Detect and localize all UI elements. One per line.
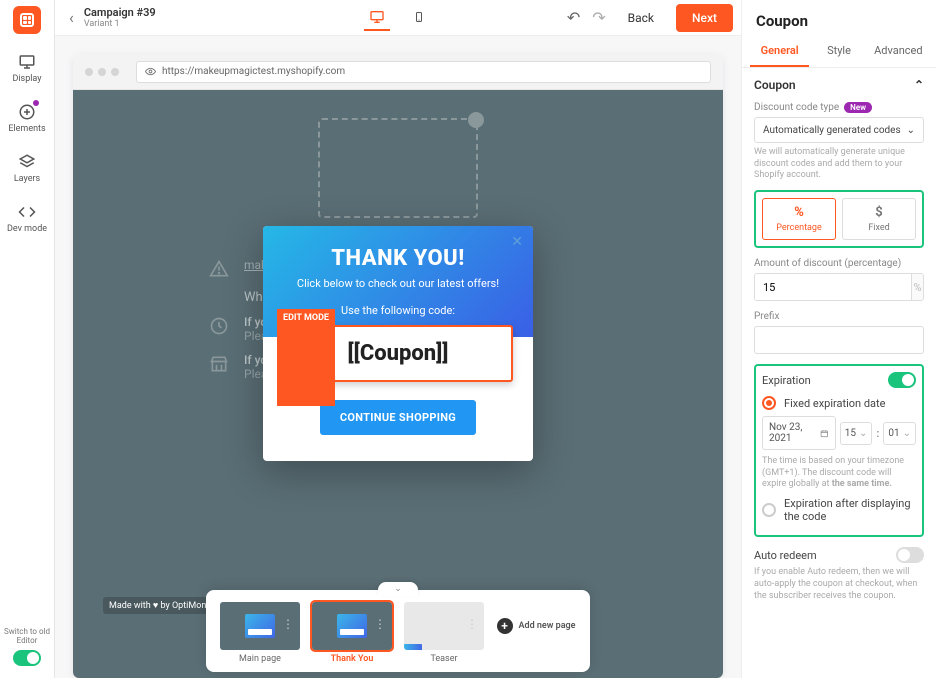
percent-icon: % (794, 205, 804, 220)
app-logo[interactable] (13, 6, 41, 34)
sidebar-item-label: Dev mode (7, 224, 47, 234)
page-thumb-thankyou[interactable]: ⋮ Thank You (312, 602, 392, 664)
url-bar[interactable]: https://makeupmagictest.myshopify.com (136, 61, 711, 83)
more-icon[interactable]: ⋮ (374, 622, 386, 627)
back-chevron-icon[interactable]: ‹ (63, 8, 80, 27)
panel-title: Coupon (742, 0, 936, 36)
warning-icon (208, 258, 230, 280)
variant-label: Variant 1 (84, 19, 156, 29)
coupon-section-header[interactable]: Coupon ⌃ (754, 78, 924, 92)
window-dot (85, 68, 93, 76)
undo-button[interactable]: ↶ (567, 8, 580, 27)
thumbs-collapse-icon[interactable]: ⌄ (378, 582, 418, 596)
popup-title[interactable]: THANK YOU! (279, 246, 517, 271)
back-button[interactable]: Back (616, 5, 666, 31)
window-dot (111, 68, 119, 76)
campaign-title: Campaign #39 (84, 6, 156, 19)
timezone-help: The time is based on your timezone (GMT+… (762, 456, 916, 491)
coupon-text: [[Coupon]] (348, 341, 449, 366)
auto-redeem-label: Auto redeem (754, 549, 817, 562)
window-dot (98, 68, 106, 76)
hour-select[interactable]: 15⌄ (840, 422, 873, 445)
percent-unit-icon: % (911, 274, 923, 300)
auto-redeem-help: If you enable Auto redeem, then we will … (754, 567, 924, 602)
discount-type-help: We will automatically generate unique di… (754, 147, 924, 182)
expiration-label: Expiration (762, 374, 811, 387)
placeholder-graphic (318, 118, 478, 218)
expiration-toggle[interactable] (888, 372, 916, 388)
date-picker[interactable]: Nov 23, 2021 (762, 416, 836, 450)
store-icon (208, 353, 230, 375)
next-button[interactable]: Next (676, 4, 733, 32)
close-icon[interactable]: ✕ (511, 234, 523, 250)
continue-shopping-button[interactable]: CONTINUE SHOPPING (320, 400, 476, 435)
page-thumbnails: ⌄ ⋮ Main page ⋮ Thank You ⋮ Teaser +Add … (206, 590, 590, 672)
more-icon[interactable]: ⋮ (466, 622, 478, 627)
add-page-button[interactable]: +Add new page (496, 602, 576, 664)
made-with-badge: Made with ♥ by OptiMonk (103, 597, 217, 614)
mobile-tab[interactable] (406, 5, 432, 31)
sidebar-item-label: Elements (8, 124, 45, 134)
tab-advanced[interactable]: Advanced (869, 36, 928, 67)
page-thumb-teaser[interactable]: ⋮ Teaser (404, 602, 484, 664)
prefix-input[interactable] (754, 326, 924, 354)
tab-style[interactable]: Style (809, 36, 868, 67)
new-badge: New (844, 102, 872, 113)
plus-icon: + (497, 618, 513, 634)
fixed-date-radio[interactable]: Fixed expiration date (762, 396, 916, 410)
chevron-up-icon: ⌃ (914, 78, 924, 92)
sidebar-item-display[interactable]: Display (12, 52, 41, 84)
dollar-icon: $ (875, 205, 882, 220)
prefix-label: Prefix (754, 311, 924, 322)
tab-general[interactable]: General (750, 36, 809, 67)
edit-mode-tag: EDIT MODE (277, 309, 335, 406)
discount-amount-input[interactable] (755, 274, 911, 300)
minute-select[interactable]: 01⌄ (883, 422, 916, 445)
redo-button[interactable]: ↷ (592, 8, 605, 27)
radio-icon (762, 396, 776, 410)
sidebar-item-elements[interactable]: Elements (8, 102, 45, 134)
amount-label: Amount of discount (percentage) (754, 258, 924, 269)
sidebar-item-label: Layers (14, 174, 40, 184)
sidebar-item-label: Display (12, 74, 41, 84)
chevron-down-icon: ⌄ (903, 428, 911, 439)
chevron-down-icon: ⌄ (907, 125, 915, 136)
calendar-icon (820, 428, 829, 439)
plus-circle-icon (17, 102, 37, 122)
display-icon (17, 52, 37, 72)
layers-icon (17, 152, 37, 172)
discount-type-percentage[interactable]: % Percentage (762, 198, 836, 240)
clock-icon (208, 315, 230, 337)
auto-redeem-toggle[interactable] (896, 547, 924, 563)
more-icon[interactable]: ⋮ (282, 622, 294, 627)
code-icon (17, 202, 37, 222)
coupon-element[interactable]: EDIT MODE [[Coupon]] (283, 325, 513, 382)
desktop-tab[interactable] (364, 5, 390, 31)
radio-icon (762, 503, 776, 517)
popup-modal: ✕ THANK YOU! Click below to check out ou… (263, 226, 533, 461)
page-thumb-main[interactable]: ⋮ Main page (220, 602, 300, 664)
after-display-radio[interactable]: Expiration after displaying the code (762, 497, 916, 523)
sidebar-item-layers[interactable]: Layers (14, 152, 40, 184)
switch-editor-toggle[interactable] (13, 650, 41, 666)
eye-icon (145, 66, 156, 77)
popup-subtitle[interactable]: Click below to check out our latest offe… (279, 277, 517, 290)
switch-editor-label: Switch to old Editor (0, 627, 54, 646)
url-text: https://makeupmagictest.myshopify.com (162, 66, 345, 77)
sidebar-item-devmode[interactable]: Dev mode (7, 202, 47, 234)
chevron-down-icon: ⌄ (859, 428, 867, 439)
discount-type-select[interactable]: Automatically generated codes ⌄ (754, 117, 924, 143)
discount-type-label: Discount code type (754, 102, 839, 113)
discount-type-fixed[interactable]: $ Fixed (842, 198, 916, 240)
